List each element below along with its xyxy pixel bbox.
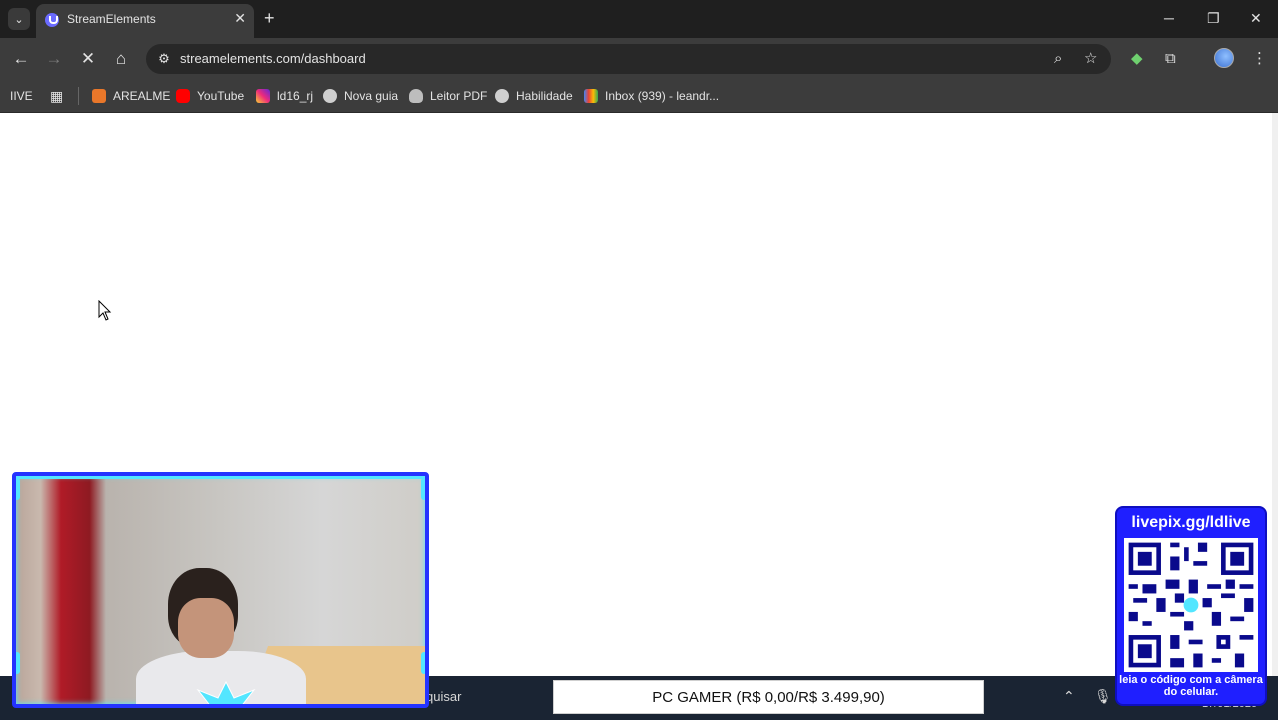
webcam-person-face <box>178 598 234 658</box>
globe-icon <box>323 89 337 103</box>
stop-loading-icon[interactable]: ✕ <box>77 48 99 70</box>
apps-grid-icon[interactable]: ▦ <box>50 87 63 105</box>
lightbulb-icon <box>409 89 423 103</box>
browser-toolbar: ← → ✕ ⌂ ⚙ streamelements.com/dashboard ⌕… <box>0 38 1278 80</box>
bookmark-iive[interactable]: IIVE <box>10 87 33 105</box>
site-info-icon[interactable]: ⚙ <box>156 51 172 67</box>
back-icon[interactable]: ← <box>10 48 32 70</box>
tab-streamelements[interactable]: StreamElements ✕ <box>36 4 254 38</box>
bookmark-inbox[interactable]: Inbox (939) - leandr... <box>584 87 719 105</box>
bookmark-arealme[interactable]: AREALME <box>92 87 170 105</box>
tab-close-icon[interactable]: ✕ <box>234 10 246 26</box>
tab-strip: ⌄ StreamElements ✕ + ─ ❐ ✕ <box>0 0 1278 38</box>
frame-accent <box>421 652 425 674</box>
extension-icon[interactable]: ◆ <box>1131 48 1143 70</box>
frame-accent <box>16 652 20 674</box>
webcam-overlay <box>12 472 429 708</box>
youtube-icon <box>176 89 190 103</box>
restore-icon[interactable]: ❐ <box>1207 9 1220 27</box>
tab-search-dropdown-icon[interactable]: ⌄ <box>8 8 30 30</box>
bookmark-instagram[interactable]: ld16_rj <box>256 87 313 105</box>
logo-emblem-icon <box>196 680 256 704</box>
qr-overlay: livepix.gg/ldlive leia o código com a câ… <box>1117 508 1265 704</box>
screen: ⌄ StreamElements ✕ + ─ ❐ ✕ ← → ✕ ⌂ ⚙ str… <box>0 0 1278 720</box>
donation-goal-text: PC GAMER (R$ 0,00/R$ 3.499,90) <box>652 688 885 706</box>
donation-goal-bar: PC GAMER (R$ 0,00/R$ 3.499,90) <box>553 680 984 714</box>
qr-caption: leia o código com a câmera do celular. <box>1119 674 1263 698</box>
bookmark-leitor-pdf[interactable]: Leitor PDF <box>409 87 487 105</box>
zoom-search-icon[interactable]: ⌕ <box>1054 49 1062 69</box>
bookmarks-bar: IIVE ▦ AREALME YouTube ld16_rj Nova guia… <box>0 80 1278 113</box>
extensions-puzzle-icon[interactable]: ⧉ <box>1165 48 1176 70</box>
mouse-cursor-icon <box>98 300 112 321</box>
tray-expand-icon[interactable]: ⌃ <box>1063 688 1075 705</box>
frame-accent <box>421 478 425 500</box>
taskbar-search[interactable]: quisar <box>426 689 461 704</box>
qr-code-icon <box>1124 538 1258 672</box>
frame-accent <box>16 478 20 500</box>
bookmark-habilidade[interactable]: Habilidade <box>495 87 573 105</box>
bookmark-star-icon[interactable]: ☆ <box>1084 49 1097 69</box>
url-text[interactable]: streamelements.com/dashboard <box>180 51 366 66</box>
gmail-icon <box>584 89 598 103</box>
microphone-icon[interactable]: 🎙 <box>1094 688 1112 705</box>
bookmark-separator <box>78 87 79 105</box>
globe-icon <box>495 89 509 103</box>
minimize-icon[interactable]: ─ <box>1164 9 1174 27</box>
instagram-icon <box>256 89 270 103</box>
new-tab-icon[interactable]: + <box>264 8 275 28</box>
bookmark-youtube[interactable]: YouTube <box>176 87 244 105</box>
tab-title: StreamElements <box>67 12 156 26</box>
bookmark-nova-guia[interactable]: Nova guia <box>323 87 398 105</box>
streamelements-icon <box>45 13 59 27</box>
close-window-icon[interactable]: ✕ <box>1250 9 1262 27</box>
fox-icon <box>92 89 106 103</box>
qr-code <box>1124 538 1258 672</box>
forward-icon[interactable]: → <box>43 48 65 70</box>
menu-kebab-icon[interactable]: ⋮ <box>1252 48 1267 70</box>
scrollbar[interactable] <box>1272 113 1278 720</box>
address-bar[interactable]: ⚙ streamelements.com/dashboard ⌕ ☆ <box>146 44 1111 74</box>
home-icon[interactable]: ⌂ <box>110 48 132 70</box>
qr-url: livepix.gg/ldlive <box>1131 514 1251 531</box>
profile-avatar[interactable] <box>1214 48 1234 68</box>
